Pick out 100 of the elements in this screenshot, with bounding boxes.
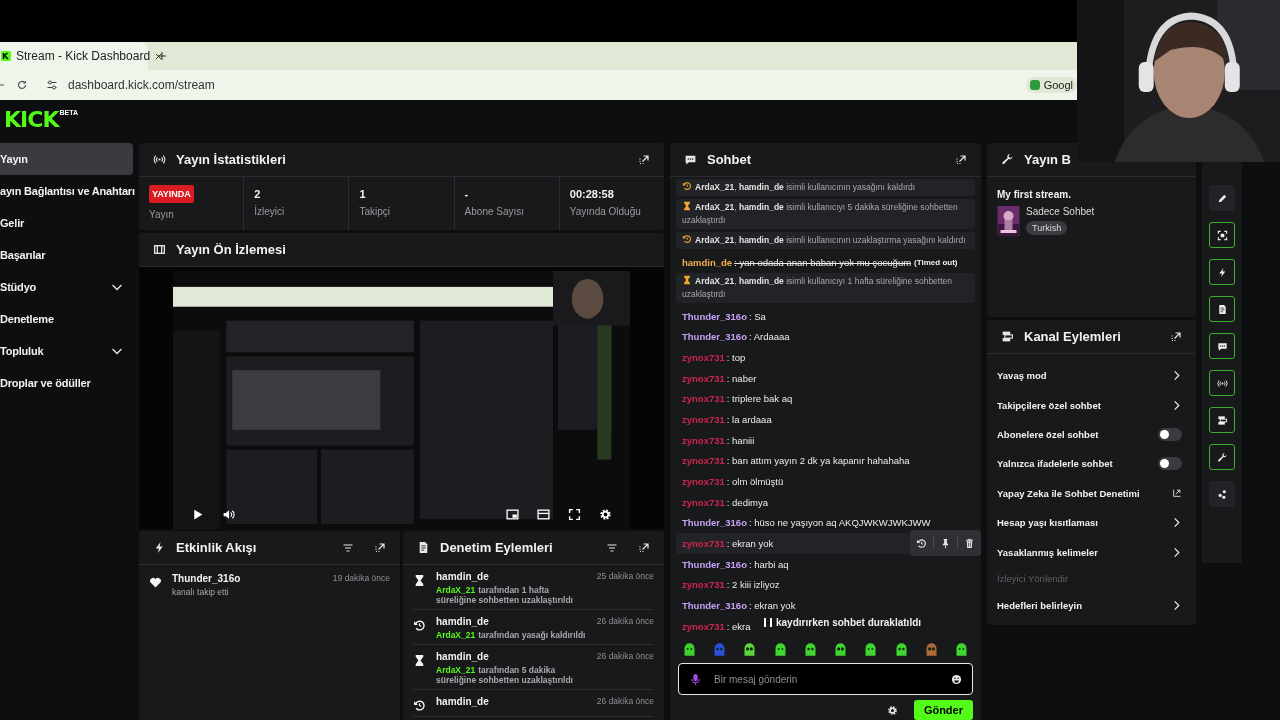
rail-button[interactable] [1209,333,1235,359]
panel-title: Denetim Eylemleri [440,540,553,555]
settings-icon[interactable] [886,704,898,716]
moderation-username: hamdin_de [436,651,490,662]
rail-button[interactable] [1209,481,1235,507]
filter-icon[interactable] [342,541,354,554]
hourglass-icon [682,274,692,285]
sidebar-item[interactable]: ayın Bağlantısı ve Anahtarı [0,175,133,207]
panel-title: Yayın B [1024,152,1071,167]
rail-button[interactable] [1209,222,1235,248]
emoji-icon[interactable] [951,673,962,685]
sidebar-item[interactable]: Yayın [0,143,133,175]
sidebar-item[interactable]: Droplar ve ödüller [0,367,133,399]
rail-button[interactable] [1209,296,1235,322]
stat-label: İzleyici [254,206,286,217]
channel-action-item[interactable]: Hesap yaşı kısıtlaması [997,507,1182,538]
send-button[interactable]: Gönder [913,700,973,720]
channel-action-item[interactable]: Yavaş mod [997,361,1182,391]
stacked-boxes-icon [1216,414,1228,426]
timed-out-label: (Timed out) [914,257,958,267]
chat-message: : olm ölmüştü [726,476,784,488]
emote-icon[interactable] [682,642,697,658]
chat-icon [1216,340,1228,352]
picture-in-picture-icon[interactable] [506,508,519,521]
toggle-switch[interactable] [1158,457,1182,471]
chat-username[interactable]: hamdin_de [682,256,733,268]
broadcast-icon [153,153,166,166]
rail-button[interactable] [1209,370,1235,396]
chat-username[interactable]: Thunder_316o [682,310,747,322]
popout-icon[interactable] [955,153,967,166]
language-tag[interactable]: Turkish [1026,221,1068,235]
sidebar-item[interactable]: Başarılar [0,239,133,271]
panel-title: Yayın Ön İzlemesi [176,242,286,257]
popout-icon[interactable] [1170,330,1182,343]
trash-icon[interactable] [964,537,975,549]
popout-icon[interactable] [374,541,386,554]
pin-icon[interactable] [940,537,951,549]
chat-message: : Sa [748,310,766,322]
toggle-switch[interactable] [1158,427,1182,441]
chat-message: : ekran yok [726,538,774,550]
address-bar[interactable]: dashboard.kick.com/stream [38,74,1006,96]
play-icon[interactable] [191,508,204,521]
settings-icon[interactable] [599,508,612,521]
sidebar-item[interactable]: Topluluk [0,335,133,367]
fullscreen-icon[interactable] [568,508,581,521]
chat-message: : harbi aq [748,558,789,570]
chat-username[interactable]: Thunder_316o [682,600,747,612]
channel-action-item[interactable]: Takipçilere özel sohbet [997,390,1182,420]
channel-action-item[interactable]: Abonelere özel sohbet [997,419,1182,450]
chat-message: : dedimya [726,496,768,508]
stat-value: 2 [254,187,262,200]
undo-icon [413,619,426,632]
system-message: ArdaX_21, hamdin_de isimli kullanıcıyı 1 hafta süreliğine sohbetten uzaklaştırdı [676,272,975,303]
wrench-icon [1001,153,1014,166]
chat-message: : ban attım yayın 2 dk ya kapanır hahahaha [726,455,910,467]
chat-username[interactable]: Thunder_316o [682,558,747,570]
event-username: Thunder_316o [172,573,242,584]
sidebar-item[interactable]: Denetleme [0,303,133,335]
chat-message: : triplere bak aq [726,393,793,405]
stat-label: Takipçi [359,206,391,217]
rail-button[interactable] [1209,259,1235,285]
filter-icon[interactable] [606,541,618,554]
action-description: ArdaX_21 tarafından 5 dakika süreliğine sohbetten uzaklaştırıldı [436,665,574,685]
chat-icon [684,153,697,166]
microphone-icon[interactable] [689,672,702,686]
chat-message: : ekra [726,620,751,632]
emote-icon[interactable] [742,642,758,658]
favicon-icon [0,49,12,63]
message-field[interactable]: Bir mesaj gönderin [678,663,973,695]
message-input[interactable]: Bir mesaj gönderin [712,672,941,686]
pencil-icon [1216,192,1228,204]
undo-icon [413,699,426,712]
system-message: ArdaX_21, hamdin_de isimli kullanıcının uzaklaştırma yasağını kaldırdı [676,232,975,249]
channel-action-item[interactable]: Yasaklanmış kelimeler [997,537,1182,567]
channel-action-item[interactable]: Yalnızca ifadelerle sohbet [997,449,1182,479]
volume-icon[interactable] [222,508,235,521]
chat-username[interactable]: Thunder_316o [682,517,747,529]
emote-icon[interactable] [833,642,849,658]
popout-icon[interactable] [638,153,650,166]
undo-icon[interactable] [916,537,927,549]
rail-button[interactable] [1209,185,1235,211]
theater-mode-icon[interactable] [537,508,550,521]
sidebar-item[interactable]: Stüdyo [0,271,133,303]
site-settings-icon[interactable] [46,79,58,91]
popout-icon[interactable] [638,541,650,554]
sidebar-item[interactable]: Gelir [0,207,133,239]
reload-icon[interactable] [16,79,28,91]
channel-action-item[interactable]: Hedefleri belirleyin [997,590,1182,621]
panel-title: Sohbet [707,152,752,167]
rail-button[interactable] [1209,444,1235,470]
event-time: 26 dakika önce [596,651,654,661]
panel-title: Kanal Eylemleri [1024,329,1121,344]
channel-action-item[interactable]: Yapay Zeka ile Sohbet Denetimi [997,478,1182,508]
category-name[interactable]: Sadece Sohbet [1026,206,1095,217]
system-message: ArdaX_21, hamdin_de isimli kullanıcıyı 5 dakika süreliğine sohbetten uzaklaştırdı [676,199,975,229]
emote-icon[interactable] [863,642,879,658]
rail-button[interactable] [1209,407,1235,433]
chat-username[interactable]: Thunder_316o [682,331,747,343]
profile-button[interactable]: Googl [1025,77,1077,93]
live-badge: YAYINDA [149,185,194,203]
